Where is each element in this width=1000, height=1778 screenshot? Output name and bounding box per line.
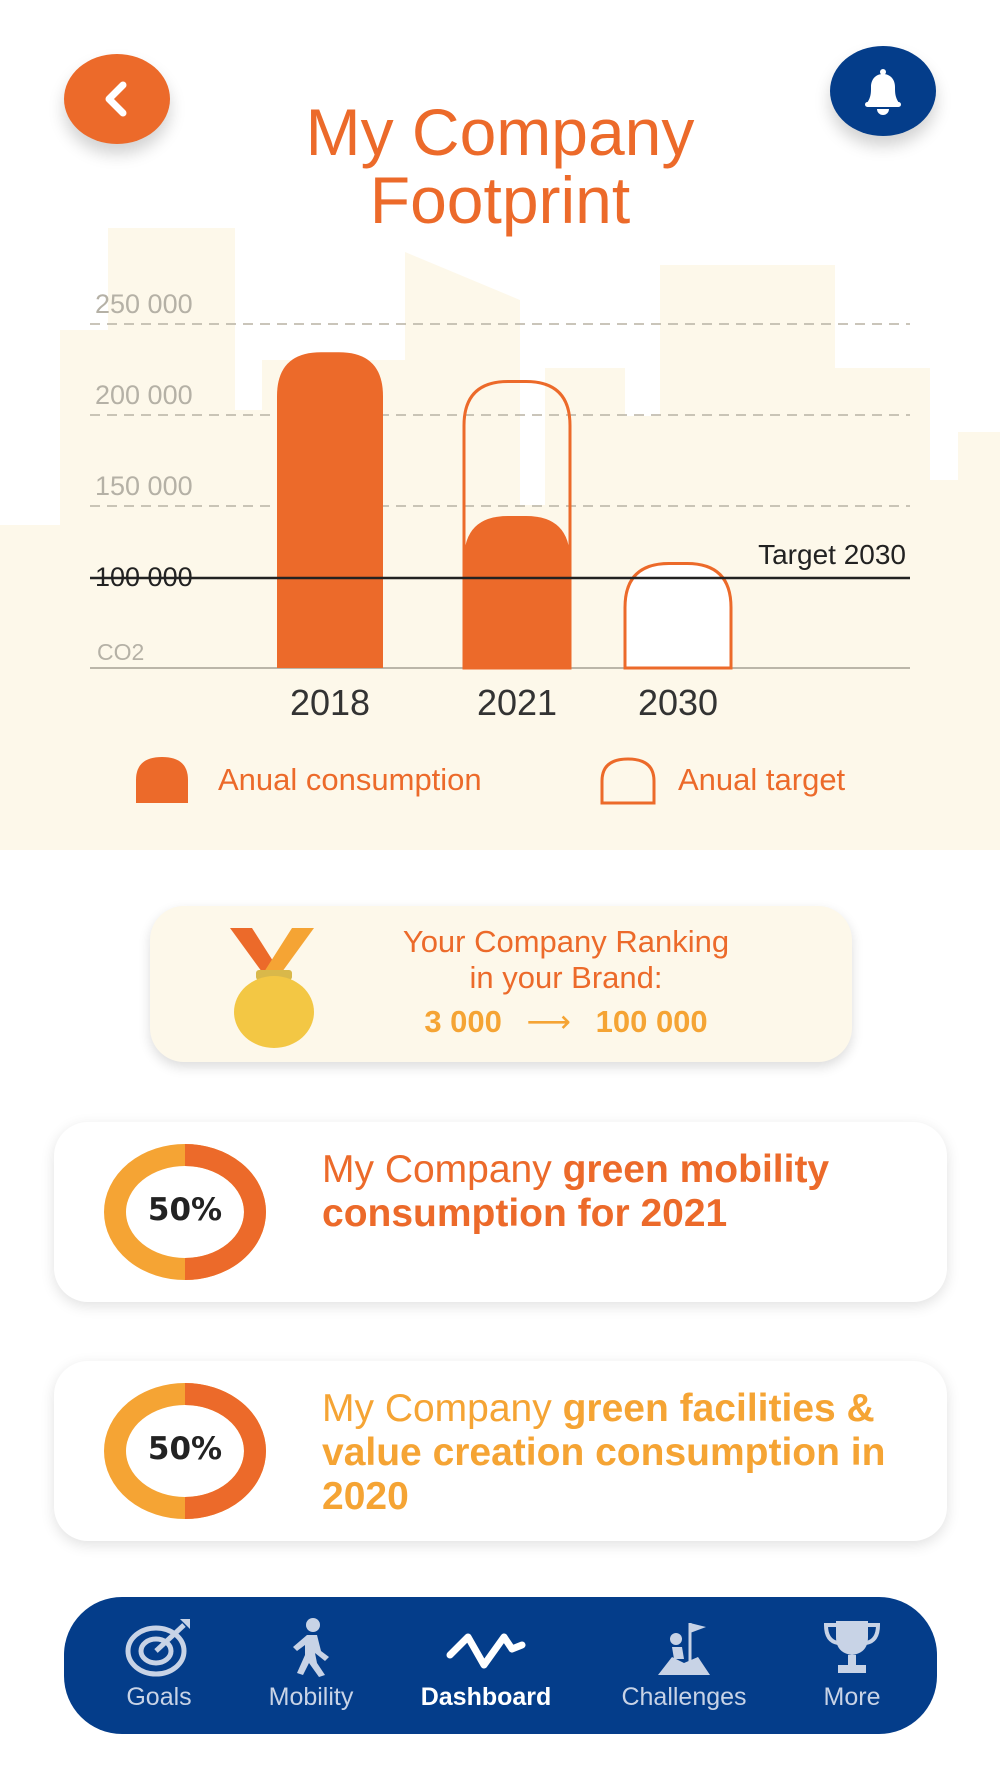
nav-label-goals: Goals	[126, 1683, 192, 1711]
y-tick-label: 150 000	[95, 471, 193, 501]
ranking-card: Your Company Ranking in your Brand: 3 00…	[150, 906, 852, 1062]
nav-item-goals[interactable]: Goals	[104, 1617, 214, 1712]
y-tick-label: 250 000	[95, 289, 193, 319]
pulse-icon	[446, 1633, 526, 1669]
y-tick-label: 200 000	[95, 380, 193, 410]
walking-person-icon	[293, 1618, 329, 1677]
nav-item-mobility[interactable]: Mobility	[246, 1617, 376, 1712]
card-description: My Company green mobility consumption fo…	[322, 1148, 922, 1236]
ranking-title: Your Company Ranking	[402, 924, 730, 959]
donut-percent-label: 50%	[147, 1192, 223, 1228]
y-axis-label: CO2	[97, 639, 144, 665]
target-reference-label: Target 2030	[758, 539, 906, 570]
legend-filled-swatch	[136, 757, 188, 803]
ranking-values: 3 000 ⟶ 100 000	[340, 1004, 792, 1040]
nav-label-challenges: Challenges	[621, 1683, 747, 1711]
donut-percent-label: 50%	[147, 1431, 223, 1467]
nav-item-more[interactable]: More	[802, 1617, 902, 1712]
nav-label-more: More	[823, 1683, 881, 1711]
nav-item-dashboard[interactable]: Dashboard	[406, 1617, 566, 1712]
ranking-arrow: ⟶	[526, 1004, 571, 1039]
chart-legend: Anual consumption Anual target	[136, 756, 896, 806]
card-prefix: My Company	[322, 1148, 563, 1191]
legend-label-target: Anual target	[678, 762, 846, 797]
ranking-subtitle: in your Brand:	[469, 960, 663, 995]
x-tick-label: 2030	[638, 682, 718, 723]
mobility-consumption-card[interactable]: 50% My Company green mobility consumptio…	[54, 1122, 947, 1302]
target-icon	[125, 1619, 190, 1677]
footprint-chart: 250 000200 000150 000100 000CO2Target 20…	[90, 289, 910, 723]
climber-flag-icon	[658, 1623, 710, 1675]
facilities-consumption-card[interactable]: 50% My Company green facilities & value …	[54, 1361, 947, 1541]
medal-icon	[230, 928, 314, 1048]
bottom-navigation: Goals Mobility Dashboard Challenges More	[64, 1597, 937, 1734]
card-description: My Company green facilities & value crea…	[322, 1387, 922, 1519]
nav-item-challenges[interactable]: Challenges	[604, 1617, 764, 1712]
legend-label-consumption: Anual consumption	[218, 762, 482, 797]
card-prefix: My Company	[322, 1387, 563, 1430]
bar-consumption	[277, 352, 383, 668]
nav-label-mobility: Mobility	[268, 1683, 354, 1711]
legend-outline-swatch	[600, 757, 656, 805]
x-tick-label: 2018	[290, 682, 370, 723]
ranking-from: 3 000	[424, 1004, 502, 1039]
trophy-icon	[823, 1621, 881, 1673]
x-tick-label: 2021	[477, 682, 557, 723]
bar-consumption	[464, 516, 570, 668]
ranking-to: 100 000	[595, 1004, 708, 1039]
nav-label-dashboard: Dashboard	[420, 1683, 552, 1711]
